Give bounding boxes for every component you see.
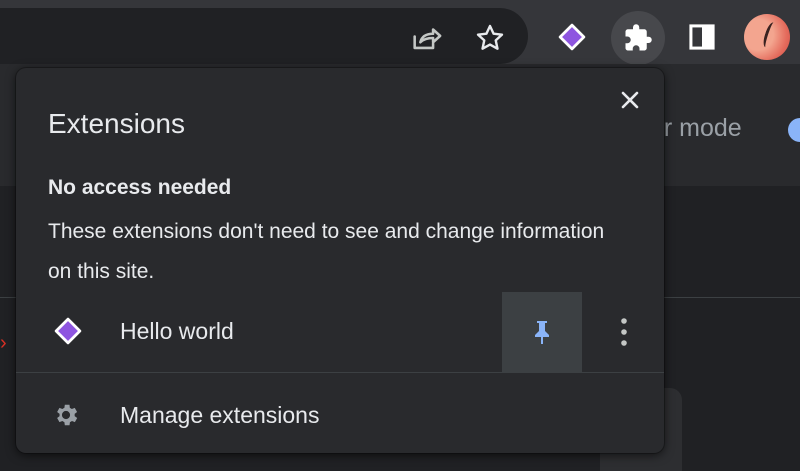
more-options-button[interactable]	[608, 312, 640, 352]
extensions-puzzle-button[interactable]	[611, 11, 665, 65]
avatar[interactable]	[744, 14, 790, 60]
hello-world-extension-icon[interactable]	[554, 19, 590, 55]
manage-extensions-item[interactable]: Manage extensions	[16, 373, 664, 453]
purple-diamond-icon	[52, 315, 84, 347]
star-icon[interactable]	[472, 20, 508, 56]
side-panel-icon[interactable]	[684, 19, 720, 55]
more-vert-icon	[621, 318, 627, 346]
close-button[interactable]	[612, 82, 648, 118]
share-icon[interactable]	[408, 20, 444, 56]
popup-title: Extensions	[48, 108, 185, 139]
browser-toolbar	[0, 0, 800, 65]
extensions-popup: Extensions No access needed These extens…	[16, 68, 664, 453]
section-title: No access needed	[48, 176, 232, 199]
puzzle-icon	[625, 24, 652, 51]
extension-name: Hello world	[120, 318, 234, 344]
address-bar[interactable]	[0, 8, 528, 64]
gear-icon	[50, 399, 82, 431]
manage-extensions-label: Manage extensions	[120, 402, 320, 428]
pin-icon	[535, 321, 549, 344]
section-description: These extensions don't need to see and c…	[48, 220, 605, 283]
extension-row-hello-world[interactable]: Hello world	[16, 292, 664, 372]
pin-button[interactable]	[502, 292, 582, 372]
close-icon	[621, 91, 639, 109]
page-red-mark: ›	[0, 332, 7, 354]
